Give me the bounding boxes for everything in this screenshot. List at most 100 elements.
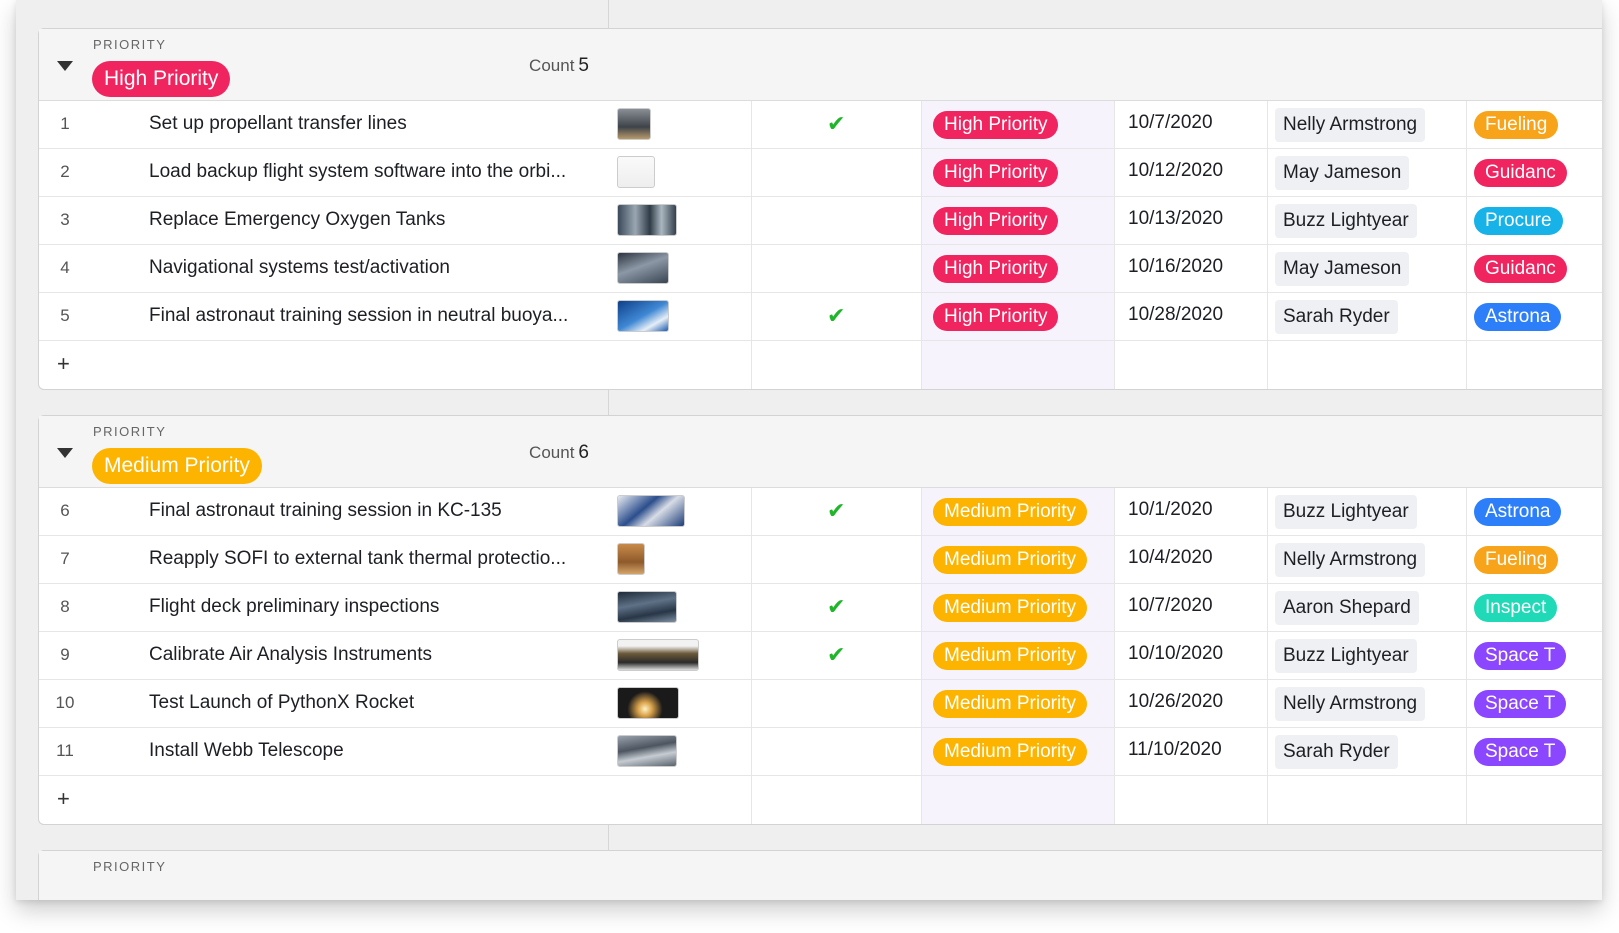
category-pill: Astrona — [1474, 303, 1562, 331]
group-card: PRIORITY Medium Priority Count 6 6 Final astr… — [38, 415, 609, 825]
assignee-chip[interactable]: Sarah Ryder — [1275, 735, 1398, 769]
record-fields-row[interactable]: High Priority 10/12/2020 May Jameson Guidan… — [609, 149, 1602, 197]
category-pill: Procure — [1474, 207, 1563, 235]
record-row[interactable]: 7 Reapply SOFI to external tank thermal p… — [39, 536, 609, 584]
checkmark-icon[interactable]: ✔ — [827, 111, 845, 137]
assignee-chip[interactable]: Nelly Armstrong — [1275, 108, 1426, 142]
priority-pill: High Priority — [933, 159, 1059, 187]
count-value: 5 — [578, 55, 589, 76]
record-row[interactable]: 4 Navigational systems test/activation — [39, 245, 609, 293]
priority-group: PRIORITY High Priority Count 5 1 Set up prope… — [38, 28, 1602, 390]
rocket-image[interactable] — [617, 108, 651, 140]
record-fields-row[interactable]: ✔ Medium Priority 10/10/2020 Buzz Lightyear… — [609, 632, 1602, 680]
group-priority-pill: High Priority — [92, 61, 231, 97]
record-row[interactable]: 1 Set up propellant transfer lines — [39, 101, 609, 149]
assignee-chip[interactable]: Nelly Armstrong — [1275, 687, 1426, 721]
group-header-fields — [609, 851, 1602, 900]
due-date: 10/7/2020 — [1128, 595, 1213, 616]
assignee-chip[interactable]: May Jameson — [1275, 156, 1410, 190]
record-fields-row[interactable]: Medium Priority 10/26/2020 Nelly Armstrong… — [609, 680, 1602, 728]
document-image[interactable] — [617, 156, 655, 188]
underwater-image[interactable] — [617, 300, 669, 332]
record-fields-row[interactable]: High Priority 10/13/2020 Buzz Lightyear Pro… — [609, 197, 1602, 245]
telescope-image[interactable] — [617, 735, 677, 767]
assignee-chip[interactable]: Sarah Ryder — [1275, 300, 1398, 334]
priority-group: PRIORITY — [38, 850, 1602, 900]
record-title[interactable]: Install Webb Telescope — [149, 740, 344, 762]
record-title[interactable]: Calibrate Air Analysis Instruments — [149, 644, 432, 666]
record-title[interactable]: Replace Emergency Oxygen Tanks — [149, 209, 445, 231]
add-record-row[interactable]: + — [39, 341, 609, 389]
count-label: Count — [529, 443, 575, 462]
record-row[interactable]: 9 Calibrate Air Analysis Instruments — [39, 632, 609, 680]
record-fields-row[interactable]: ✔ Medium Priority 10/7/2020 Aaron Shepard In… — [609, 584, 1602, 632]
row-number: 8 — [60, 597, 70, 616]
group-field-label: PRIORITY — [93, 424, 167, 439]
group-header: PRIORITY Medium Priority Count 6 — [39, 416, 609, 488]
record-title[interactable]: Final astronaut training session in KC-1… — [149, 500, 502, 522]
record-title[interactable]: Load backup flight system software into … — [149, 161, 566, 183]
assignee-chip[interactable]: Buzz Lightyear — [1275, 204, 1417, 238]
assignee-chip[interactable]: May Jameson — [1275, 252, 1410, 286]
record-title[interactable]: Final astronaut training session in neut… — [149, 305, 568, 327]
record-row[interactable]: 10 Test Launch of PythonX Rocket — [39, 680, 609, 728]
add-record-plus-icon[interactable]: + — [57, 351, 70, 377]
launch-image[interactable] — [617, 687, 679, 719]
row-number: 9 — [60, 645, 70, 664]
record-title[interactable]: Flight deck preliminary inspections — [149, 596, 439, 618]
count-value: 6 — [578, 442, 589, 463]
group-priority-pill: Medium Priority — [92, 448, 262, 484]
group-header-fields — [609, 416, 1602, 488]
assignee-chip[interactable]: Aaron Shepard — [1275, 591, 1419, 625]
record-row[interactable]: 5 Final astronaut training session in neu… — [39, 293, 609, 341]
category-pill: Space T — [1474, 690, 1567, 718]
external-tank-image[interactable] — [617, 543, 645, 575]
record-fields-row[interactable]: ✔ High Priority 10/7/2020 Nelly Armstrong Fu… — [609, 101, 1602, 149]
record-fields-row[interactable]: Medium Priority 11/10/2020 Sarah Ryder Spac… — [609, 728, 1602, 776]
row-number: 2 — [60, 162, 70, 181]
record-title[interactable]: Test Launch of PythonX Rocket — [149, 692, 414, 714]
flight-deck-image[interactable] — [617, 591, 677, 623]
add-record-row[interactable]: + — [39, 776, 609, 824]
checkmark-icon[interactable]: ✔ — [827, 594, 845, 620]
group-card: PRIORITY High Priority Count 5 1 Set up prope… — [38, 28, 609, 390]
record-fields-row[interactable]: Medium Priority 10/4/2020 Nelly Armstrong F… — [609, 536, 1602, 584]
instrument-image[interactable] — [617, 639, 699, 671]
record-row[interactable]: 3 Replace Emergency Oxygen Tanks — [39, 197, 609, 245]
priority-pill: High Priority — [933, 303, 1059, 331]
row-number: 11 — [56, 741, 74, 760]
group-count: Count 5 — [529, 55, 589, 77]
priority-pill: Medium Priority — [933, 738, 1087, 766]
record-fields-row[interactable]: ✔ High Priority 10/28/2020 Sarah Ryder Astro… — [609, 293, 1602, 341]
record-title[interactable]: Reapply SOFI to external tank thermal pr… — [149, 548, 566, 570]
record-row[interactable]: 11 Install Webb Telescope — [39, 728, 609, 776]
checkmark-icon[interactable]: ✔ — [827, 498, 845, 524]
priority-pill: High Priority — [933, 207, 1059, 235]
record-row[interactable]: 2 Load backup flight system software into… — [39, 149, 609, 197]
category-pill: Fueling — [1474, 111, 1559, 139]
priority-pill: High Priority — [933, 111, 1059, 139]
record-title[interactable]: Navigational systems test/activation — [149, 257, 450, 279]
record-fields-row[interactable]: High Priority 10/16/2020 May Jameson Guidan… — [609, 245, 1602, 293]
assignee-chip[interactable]: Buzz Lightyear — [1275, 639, 1417, 673]
due-date: 10/10/2020 — [1128, 643, 1224, 664]
add-record-plus-icon[interactable]: + — [57, 786, 70, 812]
record-fields-row[interactable]: ✔ Medium Priority 10/1/2020 Buzz Lightyear A… — [609, 488, 1602, 536]
priority-pill: Medium Priority — [933, 642, 1087, 670]
collapse-triangle-icon[interactable] — [57, 448, 73, 458]
due-date: 10/4/2020 — [1128, 547, 1213, 568]
record-row[interactable]: 6 Final astronaut training session in KC-… — [39, 488, 609, 536]
checkmark-icon[interactable]: ✔ — [827, 303, 845, 329]
checkmark-icon[interactable]: ✔ — [827, 642, 845, 668]
collapse-triangle-icon[interactable] — [57, 61, 73, 71]
navigation-image[interactable] — [617, 252, 669, 284]
assignee-chip[interactable]: Nelly Armstrong — [1275, 543, 1426, 577]
priority-pill: High Priority — [933, 255, 1059, 283]
record-row[interactable]: 8 Flight deck preliminary inspections — [39, 584, 609, 632]
category-pill: Space T — [1474, 642, 1567, 670]
zero-g-image[interactable] — [617, 495, 685, 527]
row-number: 5 — [60, 306, 70, 325]
assignee-chip[interactable]: Buzz Lightyear — [1275, 495, 1417, 529]
tanks-image[interactable] — [617, 204, 677, 236]
record-title[interactable]: Set up propellant transfer lines — [149, 113, 407, 135]
